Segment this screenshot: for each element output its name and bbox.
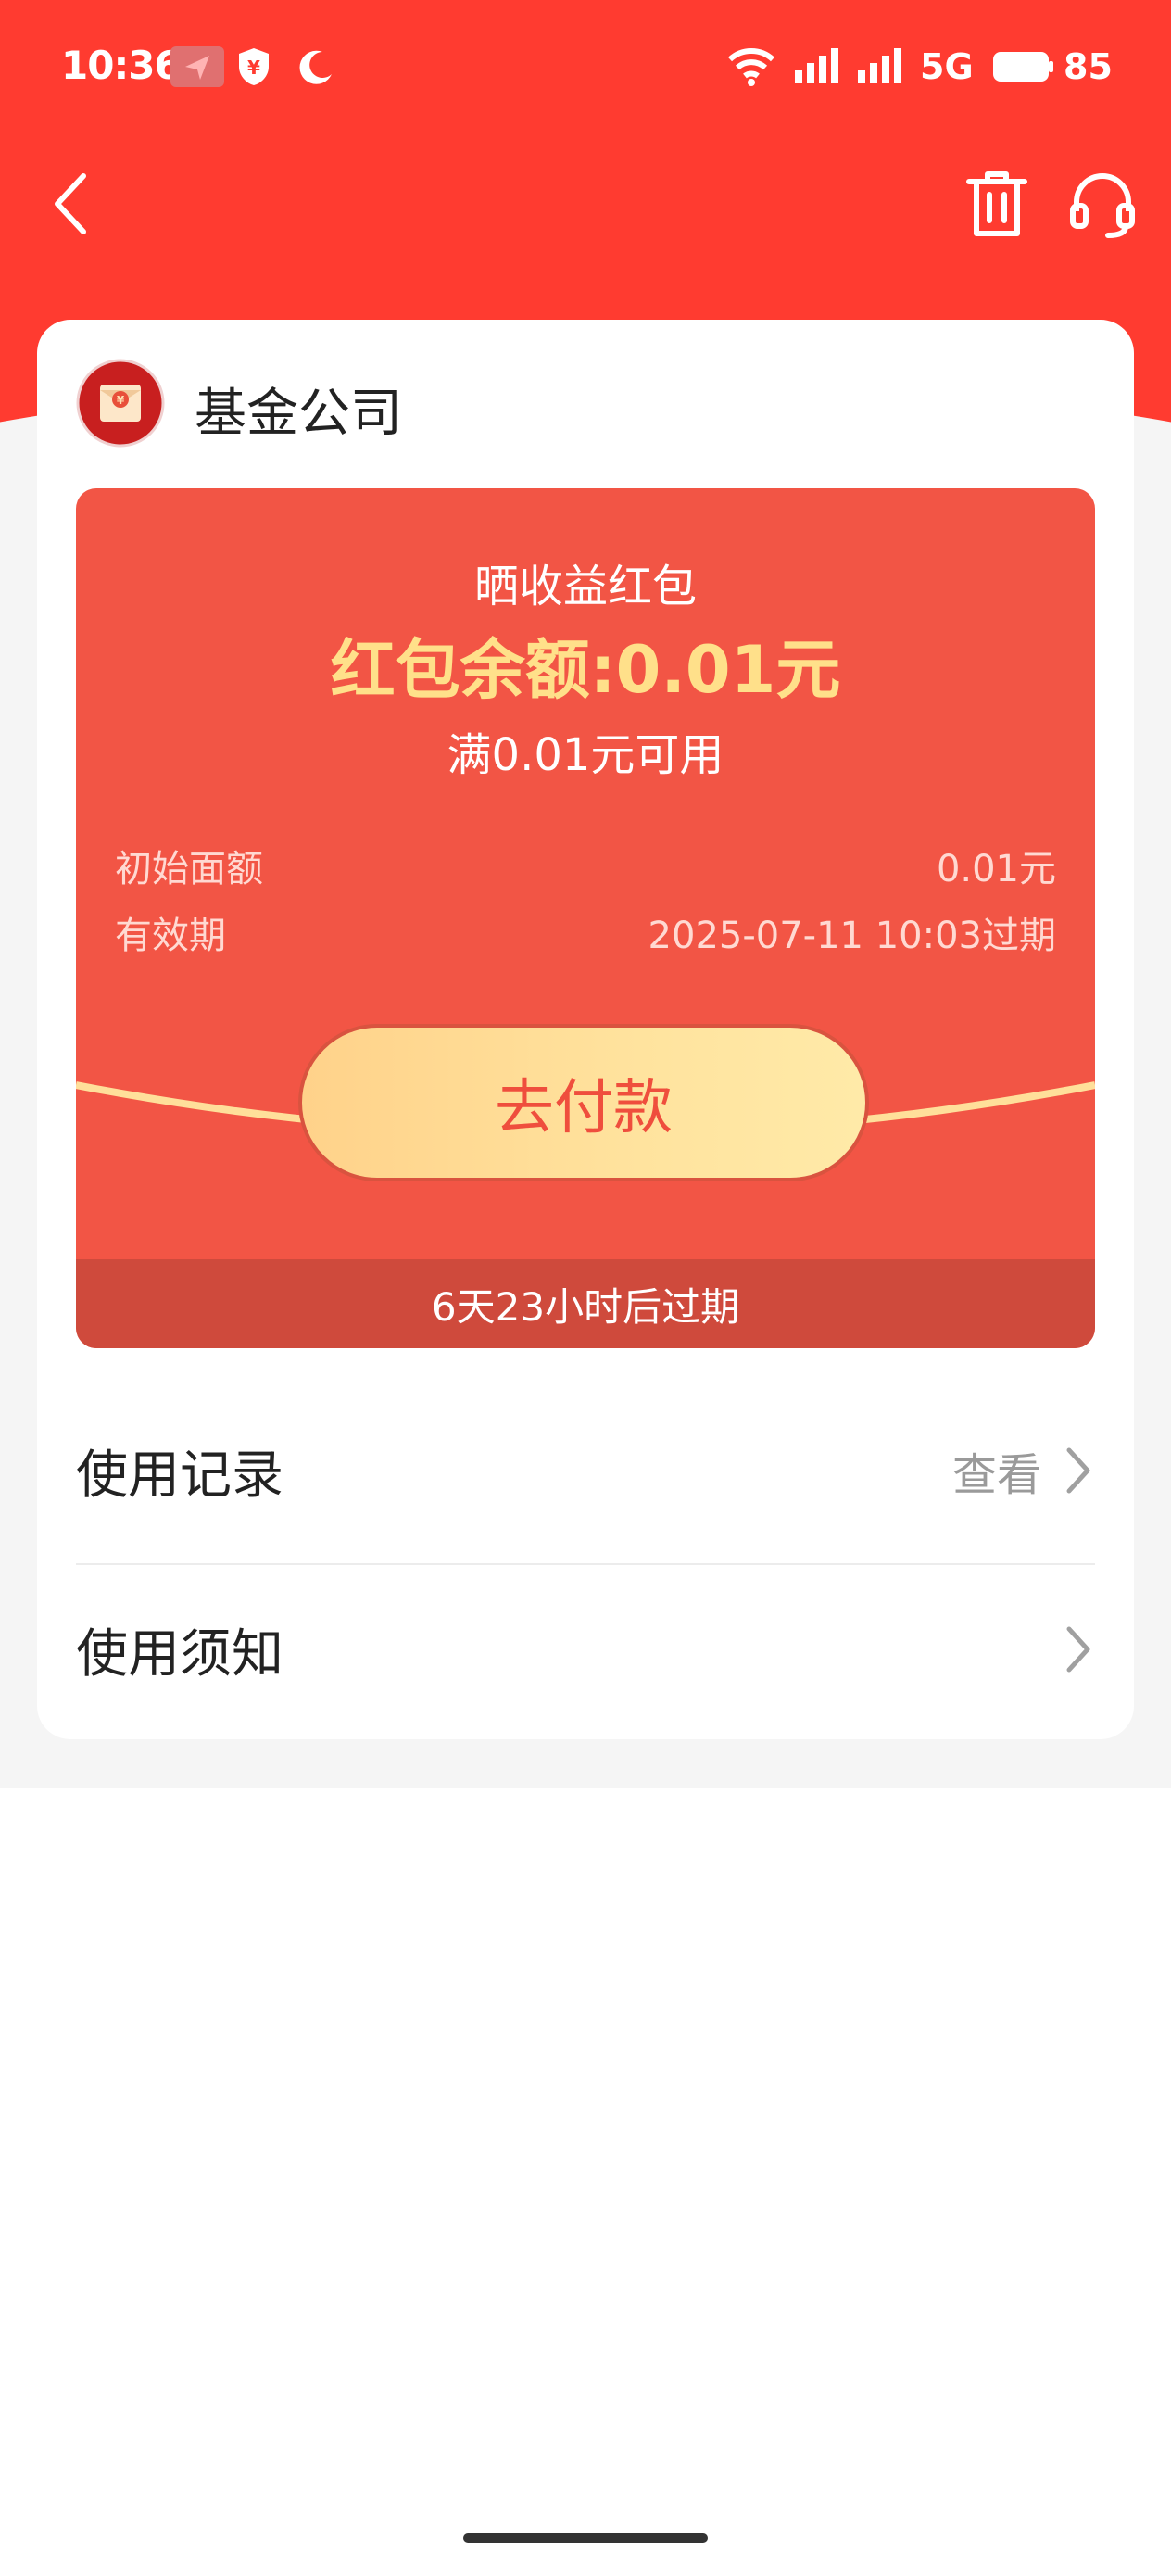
- packet-title: 晒收益红包: [473, 561, 697, 612]
- home-indicator[interactable]: [463, 2533, 708, 2543]
- view-link[interactable]: 查看: [952, 1438, 1041, 1503]
- usage-notice-right[interactable]: [1062, 1623, 1095, 1675]
- main-card: ¥ 基金公司 晒收益红包 红包余额:0.01元 满0.01元可用 初始面额 0.…: [37, 320, 1134, 1739]
- initial-amount-label: 初始面额: [115, 848, 263, 890]
- red-envelope-logo-icon: ¥: [76, 359, 165, 448]
- initial-amount-value: 0.01元: [936, 848, 1056, 890]
- expire-notice: 6天23小时后过期: [76, 1259, 1095, 1348]
- status-bar: 10:36 ¥ 5G 85: [0, 0, 1171, 139]
- usage-record-row[interactable]: 使用记录 查看: [76, 1392, 1095, 1549]
- packet-threshold: 满0.01元可用: [447, 729, 724, 781]
- back-icon[interactable]: [44, 167, 100, 241]
- battery-icon: [993, 52, 1053, 82]
- customer-service-icon[interactable]: [1067, 169, 1138, 241]
- svg-text:¥: ¥: [117, 394, 125, 407]
- usage-notice-label: 使用须知: [76, 1623, 283, 1685]
- packet-balance: 红包余额:0.01元: [330, 632, 841, 708]
- usage-notice-row[interactable]: 使用须知: [76, 1571, 1095, 1728]
- svg-text:¥: ¥: [247, 57, 260, 79]
- usage-record-label: 使用记录: [76, 1445, 283, 1506]
- row-divider: [76, 1563, 1095, 1565]
- validity-label: 有效期: [115, 915, 226, 957]
- battery-level: 85: [1064, 46, 1113, 87]
- trash-icon[interactable]: [963, 169, 1030, 241]
- pay-button[interactable]: 去付款: [298, 1024, 869, 1181]
- chevron-right-icon: [1066, 1626, 1090, 1673]
- validity-value: 2025-07-11 10:03过期: [648, 915, 1056, 957]
- wifi-icon: [727, 48, 775, 86]
- red-packet-card: 晒收益红包 红包余额:0.01元 满0.01元可用 初始面额 0.01元 有效期…: [76, 488, 1095, 1348]
- page: 10:36 ¥ 5G 85 ¥ 基金公司 晒收益红包 红包余额:0.01元 满0…: [0, 0, 1171, 2576]
- network-type: 5G: [920, 46, 974, 87]
- usage-record-right[interactable]: 查看: [952, 1438, 1095, 1503]
- signal-icon: [795, 48, 838, 83]
- location-icon: [170, 46, 224, 87]
- shield-icon: ¥: [239, 48, 269, 85]
- moon-icon: [299, 50, 332, 84]
- status-time: 10:36: [61, 43, 182, 88]
- signal-icon-2: [858, 48, 901, 83]
- chevron-right-icon: [1066, 1447, 1090, 1494]
- company-name: 基金公司: [195, 384, 402, 444]
